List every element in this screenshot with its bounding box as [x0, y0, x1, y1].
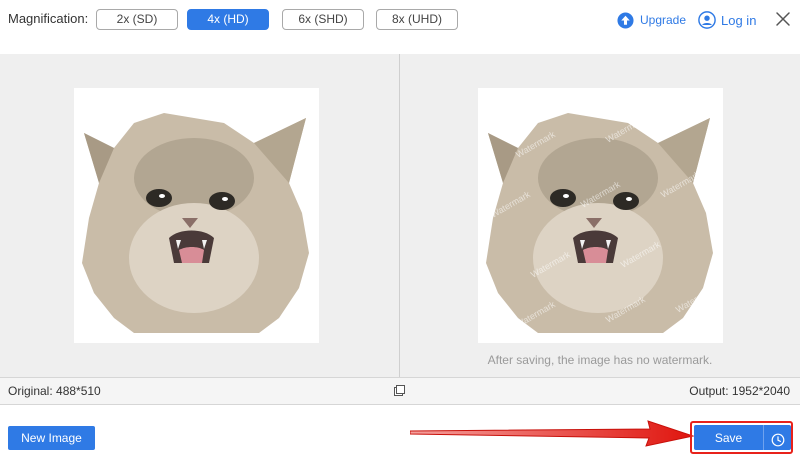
login-link[interactable]: Log in [698, 9, 756, 31]
upgrade-icon [617, 11, 634, 29]
original-preview [74, 88, 319, 343]
bottom-bar: New Image Save [0, 405, 800, 464]
mag-option-4x[interactable]: 4x (HD) [187, 9, 269, 30]
info-bar: Original: 488*510 Output: 1952*2040 [0, 377, 800, 405]
panel-divider [399, 54, 400, 377]
original-size: Original: 488*510 [8, 384, 101, 398]
mag-option-8x[interactable]: 8x (UHD) [376, 9, 458, 30]
history-button[interactable] [763, 425, 791, 450]
magnification-label: Magnification: [8, 11, 89, 26]
preview-area: Watermark Watermark Watermark Watermark … [0, 54, 800, 377]
toolbar: Magnification: 2x (SD) 4x (HD) 6x (SHD) … [0, 0, 800, 54]
output-preview: Watermark Watermark Watermark Watermark … [478, 88, 723, 343]
output-size: Output: 1952*2040 [689, 384, 790, 398]
watermark-note: After saving, the image has no watermark… [487, 353, 713, 367]
mag-option-6x[interactable]: 6x (SHD) [282, 9, 364, 30]
cat-image [82, 113, 309, 333]
history-icon [771, 433, 784, 447]
new-image-button[interactable]: New Image [8, 426, 95, 450]
upgrade-link[interactable]: Upgrade [617, 10, 686, 30]
compare-icon[interactable] [394, 385, 405, 396]
save-button[interactable]: Save [694, 425, 763, 450]
red-arrow-annotation [410, 420, 695, 447]
login-label: Log in [721, 12, 757, 28]
user-icon [698, 11, 716, 29]
upgrade-label: Upgrade [640, 13, 687, 27]
close-icon[interactable] [775, 11, 791, 27]
cat-image-output: Watermark Watermark Watermark Watermark … [486, 113, 717, 333]
mag-option-2x[interactable]: 2x (SD) [96, 9, 178, 30]
